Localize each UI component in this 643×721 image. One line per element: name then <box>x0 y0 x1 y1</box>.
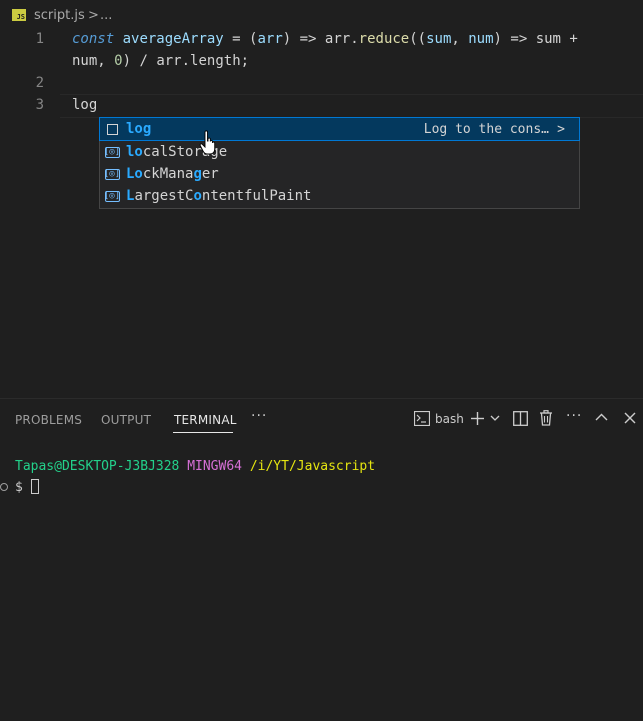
punctuation: = ( <box>223 31 258 47</box>
suggest-detail: Log to the cons… <box>423 121 549 137</box>
javascript-file-icon: JS <box>12 9 26 21</box>
code-line-1[interactable]: const averageArray = (arr) => arr.reduce… <box>72 31 578 47</box>
plus-icon[interactable] <box>470 411 485 426</box>
method-name: reduce <box>358 31 410 47</box>
punctuation: + <box>561 31 578 47</box>
trash-icon[interactable] <box>539 410 553 426</box>
identifier: sum <box>535 31 561 47</box>
identifier: arr <box>257 31 283 47</box>
punctuation: ) => <box>493 31 536 47</box>
breadcrumb-file[interactable]: script.js <box>34 8 85 23</box>
current-line-highlight <box>60 94 643 118</box>
identifier: arr <box>156 53 182 69</box>
line-number: 2 <box>35 75 44 91</box>
more-tabs-button[interactable]: ··· <box>251 408 267 424</box>
suggest-label: log <box>126 121 152 137</box>
suggest-item-log[interactable]: log Log to the cons… > <box>99 117 580 141</box>
punctuation: ) / <box>122 53 157 69</box>
terminal-prompt-symbol: $ <box>15 480 23 495</box>
chevron-up-icon[interactable] <box>595 413 608 421</box>
suggest-label: LockManager <box>126 166 219 182</box>
suggest-item-localstorage[interactable]: [◎] localStorage <box>100 141 579 163</box>
line-number: 3 <box>35 97 44 113</box>
chevron-right-icon: > <box>88 8 99 23</box>
number-literal: 0 <box>114 53 123 69</box>
active-tab-indicator <box>173 432 233 433</box>
code-line-1-wrap[interactable]: num, 0) / arr.length; <box>72 53 249 69</box>
terminal-prompt-line: Tapas@DESKTOP-J3BJ328 MINGW64 /i/YT/Java… <box>15 459 375 474</box>
terminal-name[interactable]: bash <box>435 412 464 426</box>
identifier: arr <box>324 31 351 47</box>
suggest-item-largestcontentfulpaint[interactable]: [◎] LargestContentfulPaint <box>100 185 579 207</box>
variable-icon: [◎] <box>103 168 121 180</box>
breadcrumb-more[interactable]: ... <box>100 8 112 23</box>
line-number: 1 <box>35 31 44 47</box>
tab-output[interactable]: OUTPUT <box>101 413 151 427</box>
terminal-icon <box>414 411 430 426</box>
punctuation: . <box>350 31 359 47</box>
punctuation: . <box>181 53 191 69</box>
identifier: num <box>468 31 494 47</box>
terminal-host: MINGW64 <box>187 459 242 474</box>
keyword: const <box>72 31 115 47</box>
terminal-input-line[interactable]: $ <box>15 479 39 495</box>
identifier: sum <box>426 31 452 47</box>
identifier: averageArray <box>122 31 224 47</box>
snippet-icon <box>104 121 120 137</box>
punctuation: (( <box>409 31 427 47</box>
typed-text: log <box>72 97 98 113</box>
punctuation: , <box>451 31 469 47</box>
terminal-user: Tapas@DESKTOP-J3BJ328 <box>15 459 180 474</box>
bottom-panel: PROBLEMS OUTPUT TERMINAL ··· bash ··· Ta… <box>0 398 643 721</box>
code-line-3[interactable]: log <box>72 97 97 113</box>
tab-problems[interactable]: PROBLEMS <box>15 413 82 427</box>
terminal-cursor <box>30 479 39 494</box>
hand-pointer-icon <box>199 130 216 155</box>
chevron-down-icon[interactable] <box>490 415 500 422</box>
punctuation: ) => <box>282 31 325 47</box>
identifier: num <box>72 53 98 69</box>
property: length <box>190 53 241 69</box>
punctuation: , <box>97 53 115 69</box>
tab-terminal[interactable]: TERMINAL <box>174 413 237 427</box>
command-decoration-icon[interactable] <box>0 483 8 491</box>
variable-icon: [◎] <box>103 190 121 202</box>
close-icon[interactable] <box>624 412 636 424</box>
read-more-chevron-icon[interactable]: > <box>557 122 565 137</box>
suggest-widget: log Log to the cons… > [◎] localStorage … <box>99 117 580 209</box>
split-icon[interactable] <box>513 411 528 426</box>
variable-icon: [◎] <box>103 146 121 158</box>
terminal-path: /i/YT/Javascript <box>249 459 376 474</box>
suggest-label: LargestContentfulPaint <box>126 188 312 204</box>
suggest-item-lockmanager[interactable]: [◎] LockManager <box>100 163 579 185</box>
breadcrumb: JS script.js > ... <box>0 0 643 30</box>
punctuation: ; <box>240 53 250 69</box>
ellipsis-icon[interactable]: ··· <box>566 408 582 424</box>
